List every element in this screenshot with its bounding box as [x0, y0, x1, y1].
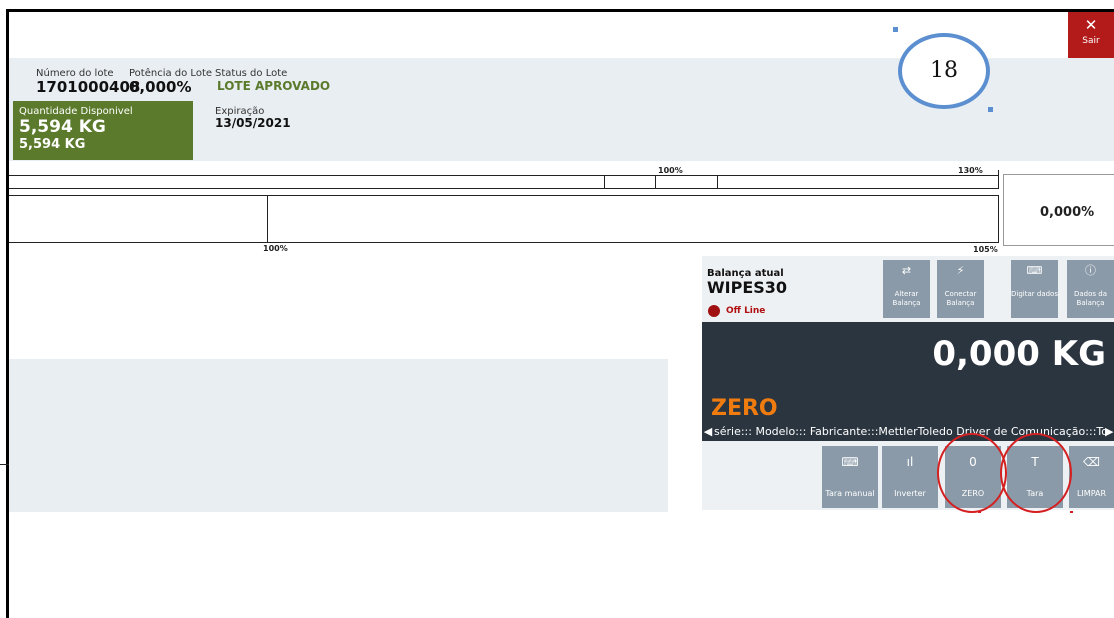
type-data-button[interactable]: ⌨ Digitar dados — [1011, 260, 1058, 318]
lot-status: Status do Lote LOTE APROVADO — [215, 68, 330, 93]
gauge-bottom-line — [9, 242, 999, 243]
gauge-tick — [655, 175, 656, 189]
expiry-value: 13/05/2021 — [215, 116, 291, 130]
annotation-dot — [893, 27, 898, 32]
gauge-tick — [267, 195, 268, 243]
divider — [0, 464, 9, 465]
invert-button[interactable]: ıl Inverter — [882, 446, 938, 508]
lot-number: Número do lote 1701000408 — [36, 68, 140, 95]
offline-indicator-icon — [708, 305, 720, 317]
ticker-right-arrow-icon[interactable]: ▶ — [1105, 422, 1114, 441]
qty-label: Quantidade Disponivel — [19, 106, 133, 117]
gauge-tick — [717, 175, 718, 189]
frame-top-border — [6, 9, 1114, 12]
gauge-tick — [998, 195, 999, 243]
clear-label: LIMPAR — [1076, 489, 1107, 498]
scale-status: Off Line — [726, 306, 766, 316]
close-icon: ✕ — [1084, 16, 1098, 34]
available-quantity-box: Quantidade Disponivel 5,594 KG 5,594 KG — [13, 101, 193, 160]
backspace-icon: ⌫ — [1083, 455, 1100, 469]
connect-scale-button[interactable]: ⚡ Conectar Balança — [937, 260, 984, 318]
alter-scale-label: Alterar Balança — [892, 290, 921, 307]
ticker-text: série::: Modelo::: Fabricante:::MettlerT… — [714, 425, 1114, 438]
invert-label: Inverter — [894, 489, 926, 498]
weight-display: 0,000 KG ZERO — [702, 322, 1114, 422]
weight-value: 0,000 KG — [932, 334, 1106, 374]
lot-status-label: Status do Lote — [215, 68, 288, 79]
current-scale-info: Balança atual WIPES30 — [707, 268, 787, 297]
lot-expiry: Expiração 13/05/2021 — [215, 106, 291, 130]
gauge-tick — [604, 175, 605, 189]
keyboard-icon: ⌨ — [1026, 264, 1043, 277]
zero-indicator: ZERO — [711, 396, 778, 421]
manual-tare-label: Tara manual — [825, 489, 875, 498]
lot-potency: Potência do Lote 0,000% — [129, 68, 212, 95]
switch-icon: ⇄ — [901, 264, 912, 277]
info-icon: ⓘ — [1085, 264, 1096, 277]
annotation-dot — [978, 511, 981, 513]
qty-value: 5,594 KG — [19, 117, 106, 137]
manual-tare-button[interactable]: ⌨ Tara manual — [822, 446, 878, 508]
alter-scale-button[interactable]: ⇄ Alterar Balança — [883, 260, 930, 318]
type-data-label: Digitar dados — [1011, 290, 1058, 298]
gauge-bottom-line — [9, 195, 999, 196]
annotation-circle — [937, 433, 1007, 513]
gauge-top-100-label: 100% — [658, 166, 683, 175]
gauge-value-box: 0,000% — [1003, 174, 1114, 246]
qty-value-secondary: 5,594 KG — [19, 137, 86, 152]
annotation-dot — [988, 107, 993, 112]
gauge-value: 0,000% — [1040, 205, 1095, 220]
ticker-left-arrow-icon[interactable]: ◀ — [702, 422, 714, 441]
gauge-bottom-105-label: 105% — [973, 245, 998, 254]
lot-status-value: LOTE APROVADO — [217, 79, 331, 93]
lightning-icon: ⚡ — [956, 264, 965, 277]
gauge-tick — [998, 170, 999, 189]
gauge-top-line — [9, 188, 999, 189]
current-scale-name: WIPES30 — [707, 278, 788, 297]
scale-data-label: Dados da Balança — [1073, 290, 1107, 307]
gauge-top-130-label: 130% — [958, 166, 983, 175]
gauge-bottom-100-label: 100% — [263, 244, 288, 253]
annotation-circle — [1000, 433, 1072, 513]
annotation-number-badge: 18 — [898, 33, 990, 109]
exit-label: Sair — [1082, 36, 1100, 46]
content-panel — [9, 359, 668, 512]
scale-data-button[interactable]: ⓘ Dados da Balança — [1067, 260, 1114, 318]
annotation-dot — [1070, 511, 1073, 513]
signal-bars-icon: ıl — [906, 455, 914, 469]
lot-potency-value: 0,000% — [129, 78, 192, 96]
gauge-top-line — [9, 175, 999, 176]
clear-button[interactable]: ⌫ LIMPAR — [1069, 446, 1114, 508]
exit-button[interactable]: ✕ Sair — [1068, 12, 1114, 58]
connect-scale-label: Conectar Balança — [944, 290, 977, 307]
keyboard-icon: ⌨ — [841, 455, 859, 469]
lot-number-value: 1701000408 — [36, 78, 141, 96]
